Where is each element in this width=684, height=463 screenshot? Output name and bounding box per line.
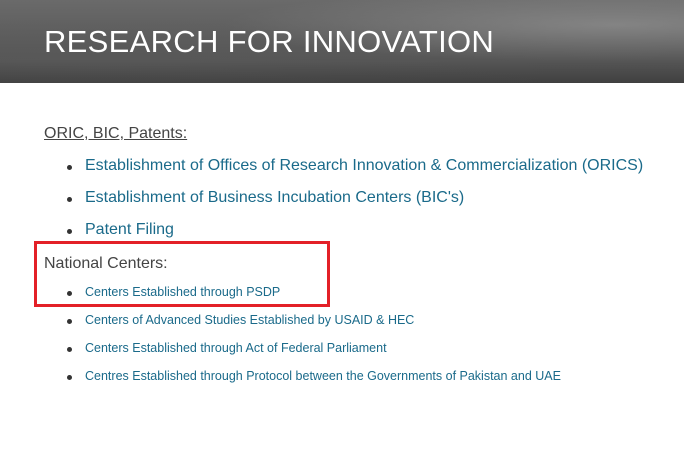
bullet-icon — [67, 319, 72, 324]
link-centers-federal-parliament[interactable]: Centers Established through Act of Feder… — [85, 341, 387, 355]
link-orics[interactable]: Establishment of Offices of Research Inn… — [85, 157, 643, 175]
link-bic[interactable]: Establishment of Business Incubation Cen… — [85, 189, 464, 207]
link-centers-usaid-hec[interactable]: Centers of Advanced Studies Established … — [85, 313, 414, 327]
section-heading-oric: ORIC, BIC, Patents: — [44, 125, 188, 142]
link-centres-pakistan-uae[interactable]: Centres Established through Protocol bet… — [85, 369, 561, 383]
bullet-icon — [67, 197, 72, 202]
highlight-box — [34, 241, 330, 307]
bullet-icon — [67, 347, 72, 352]
bullet-icon — [67, 375, 72, 380]
page-banner: RESEARCH FOR INNOVATION — [0, 0, 684, 83]
link-patent-filing[interactable]: Patent Filing — [85, 221, 174, 239]
bullet-icon — [67, 165, 72, 170]
bullet-icon — [67, 229, 72, 234]
page-title: RESEARCH FOR INNOVATION — [44, 24, 495, 59]
